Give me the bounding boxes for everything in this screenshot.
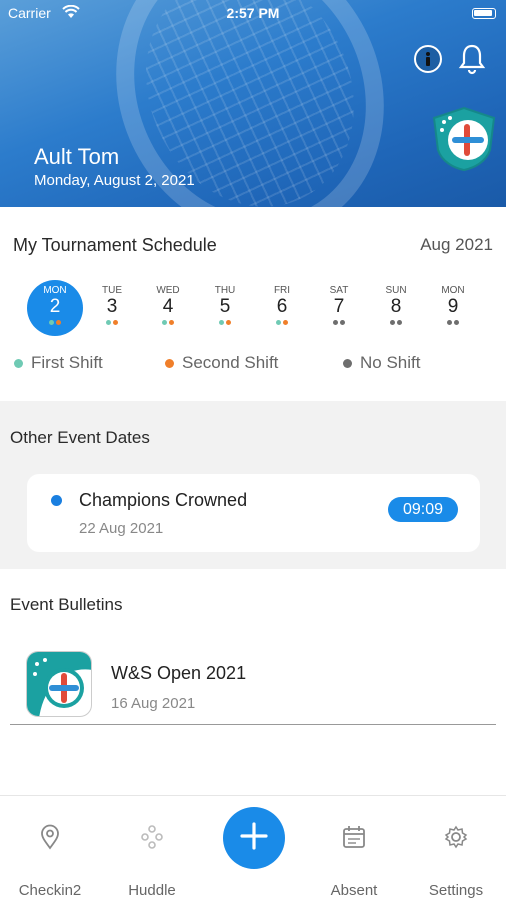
day-name: WED [156, 285, 180, 296]
legend-label: Second Shift [182, 353, 279, 372]
week-day-strip: MON 2 TUE 3 WED 4 THU 5 FRI 6 SAT 7 SUN … [27, 280, 481, 336]
second-shift-dot [165, 358, 174, 368]
bulletin-logo-icon [26, 651, 92, 717]
network-icon [140, 824, 164, 850]
shift-dot [219, 320, 224, 325]
day-cell[interactable]: SUN 8 [368, 280, 424, 336]
tab-label: Checkin2 [18, 882, 82, 899]
legend-label: First Shift [31, 353, 103, 372]
day-number: 4 [162, 296, 174, 317]
shift-dots [368, 320, 424, 325]
shift-dots [311, 320, 367, 325]
day-cell[interactable]: TUE 3 [84, 280, 140, 336]
day-number: 7 [333, 296, 345, 317]
shift-legend: First Shift Second Shift No Shift [0, 353, 506, 375]
add-button[interactable] [223, 807, 285, 869]
shift-dots [425, 320, 481, 325]
shift-dot [454, 320, 459, 325]
day-number: 2 [49, 296, 61, 317]
user-name: Ault Tom [34, 144, 120, 169]
shift-dot [169, 320, 174, 325]
other-events-title: Other Event Dates [10, 428, 150, 447]
plus-icon [239, 821, 269, 856]
legend-label: No Shift [360, 353, 421, 372]
bulletin-date: 16 Aug 2021 [111, 695, 196, 712]
shift-dot [226, 320, 231, 325]
status-bar: Carrier 2:57 PM [0, 0, 506, 28]
calendar-icon [342, 824, 366, 850]
shift-dot [276, 320, 281, 325]
tab-huddle[interactable]: Huddle [102, 796, 202, 900]
first-shift-dot [14, 358, 23, 368]
tab-label: Huddle [128, 882, 176, 899]
shift-dot [333, 320, 338, 325]
gear-icon [444, 824, 468, 850]
day-name: FRI [273, 285, 291, 296]
shift-dot [56, 320, 61, 325]
bulletins-title: Event Bulletins [10, 595, 123, 614]
legend-first-shift: First Shift [14, 353, 103, 373]
tab-label: Settings [428, 882, 484, 899]
shift-dot [340, 320, 345, 325]
legend-no-shift: No Shift [343, 353, 420, 373]
day-name: SAT [329, 285, 349, 296]
shift-dot [113, 320, 118, 325]
tab-settings[interactable]: Settings [406, 796, 506, 900]
day-name: MON [43, 285, 67, 296]
shift-dot [49, 320, 54, 325]
status-time: 2:57 PM [226, 5, 280, 21]
battery-icon [472, 8, 496, 19]
shift-dot [447, 320, 452, 325]
day-cell[interactable]: SAT 7 [311, 280, 367, 336]
day-number: 3 [106, 296, 118, 317]
accessibility-person-icon[interactable] [414, 45, 442, 73]
day-number: 8 [390, 296, 402, 317]
day-number: 6 [276, 296, 288, 317]
shift-dot [397, 320, 402, 325]
legend-second-shift: Second Shift [165, 353, 278, 373]
profile-header: Carrier 2:57 PM Ault Tom Monday, August … [0, 0, 506, 207]
event-date: 22 Aug 2021 [79, 520, 164, 537]
tab-checkin2[interactable]: Checkin2 [0, 796, 100, 900]
no-shift-dot [343, 358, 352, 368]
bulletin-name: W&S Open 2021 [111, 663, 247, 683]
shift-dots [254, 320, 310, 325]
shift-dots [197, 320, 253, 325]
tab-absent[interactable]: Absent [304, 796, 404, 900]
event-indicator-dot [51, 495, 62, 506]
day-cell[interactable]: MON 9 [425, 280, 481, 336]
bulletin-item[interactable]: W&S Open 2021 16 Aug 2021 [10, 645, 496, 725]
current-date: Monday, August 2, 2021 [34, 172, 195, 189]
event-card[interactable]: Champions Crowned 22 Aug 2021 09:09 [27, 474, 480, 552]
schedule-title: My Tournament Schedule [13, 235, 217, 255]
schedule-month[interactable]: Aug 2021 [420, 235, 493, 255]
day-name: TUE [102, 285, 122, 296]
day-cell[interactable]: MON 2 [27, 280, 83, 336]
event-time-badge: 09:09 [388, 497, 458, 522]
shift-dot [283, 320, 288, 325]
tab-label: Absent [330, 882, 378, 899]
shift-dot [106, 320, 111, 325]
shift-dot [390, 320, 395, 325]
day-name: MON [441, 285, 465, 296]
shift-dot [162, 320, 167, 325]
location-pin-icon [38, 824, 62, 850]
tournament-logo-icon [430, 106, 498, 172]
shift-dots [27, 320, 83, 325]
notification-bell-icon[interactable] [457, 42, 487, 76]
shift-dots [140, 320, 196, 325]
event-title: Champions Crowned [79, 490, 248, 510]
day-cell[interactable]: FRI 6 [254, 280, 310, 336]
day-number: 5 [219, 296, 231, 317]
shift-dots [84, 320, 140, 325]
day-cell[interactable]: WED 4 [140, 280, 196, 336]
day-number: 9 [447, 296, 459, 317]
day-name: THU [214, 285, 236, 296]
day-name: SUN [385, 285, 407, 296]
day-cell[interactable]: THU 5 [197, 280, 253, 336]
